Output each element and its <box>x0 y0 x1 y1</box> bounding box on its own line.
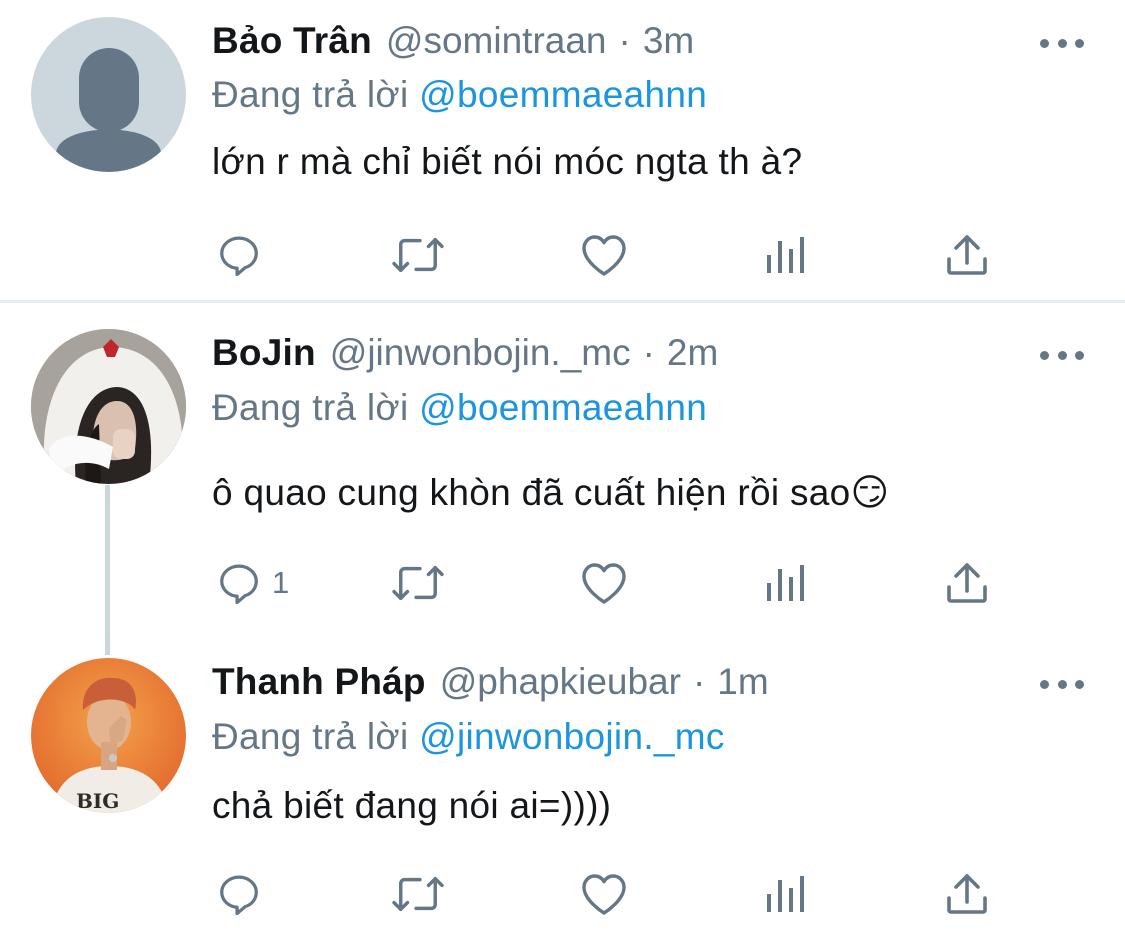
mention-link[interactable]: @boemmaeahnn <box>419 387 707 428</box>
tweet-text: chả biết đang nói ai=)))) <box>212 785 612 826</box>
avatar[interactable] <box>31 17 186 172</box>
replying-prefix: Đang trả lời <box>212 387 409 428</box>
tweet[interactable]: BIG Thanh Pháp @phapkieubar · 1m Đang tr… <box>0 643 1125 932</box>
more-options-button[interactable] <box>1040 33 1084 53</box>
retweet-button[interactable] <box>389 558 447 608</box>
user-handle[interactable]: @phapkieubar <box>440 661 681 703</box>
dot-icon <box>1057 679 1067 689</box>
tweet[interactable]: BoJin @jinwonbojin._mc · 2m Đang trả lời… <box>0 303 1125 643</box>
reply-icon <box>220 875 258 916</box>
analytics-button[interactable] <box>765 230 805 280</box>
user-handle[interactable]: @jinwonbojin._mc <box>330 332 631 374</box>
dot-icon <box>1075 38 1084 48</box>
action-bar <box>212 869 1002 919</box>
tweet[interactable]: Bảo Trân @somintraan · 3m Đang trả lời @… <box>0 0 1125 300</box>
retweet-button[interactable] <box>389 869 447 919</box>
replying-to: Đang trả lời @boemmaeahnn <box>212 74 707 116</box>
tweet-header: Thanh Pháp @phapkieubar · 1m <box>212 661 769 711</box>
action-bar: 1 <box>212 558 1002 608</box>
replying-prefix: Đang trả lời <box>212 74 409 115</box>
share-icon <box>947 235 987 275</box>
share-icon <box>947 563 987 603</box>
reply-icon <box>220 564 258 605</box>
dot-icon <box>1075 350 1084 360</box>
reply-button[interactable]: 1 <box>216 558 289 608</box>
svg-text:BIG: BIG <box>76 789 119 813</box>
more-options-button[interactable] <box>1040 674 1084 694</box>
tweet-text: ô quao cung khòn đã cuất hiện rồi sao😏 <box>212 472 890 513</box>
like-button[interactable] <box>580 869 628 919</box>
avatar[interactable]: BIG <box>31 658 186 813</box>
dot-icon <box>1040 38 1049 48</box>
replying-to: Đang trả lời @boemmaeahnn <box>212 387 707 429</box>
analytics-icon <box>767 565 804 601</box>
avatar[interactable] <box>31 329 186 484</box>
dot-icon <box>1057 38 1067 48</box>
dot-icon <box>1057 350 1067 360</box>
share-button[interactable] <box>945 230 989 280</box>
like-icon <box>582 563 626 604</box>
separator-dot: · <box>618 20 631 61</box>
analytics-button[interactable] <box>765 558 805 608</box>
mention-link[interactable]: @jinwonbojin._mc <box>419 716 725 757</box>
retweet-icon <box>392 565 444 601</box>
like-button[interactable] <box>580 558 628 608</box>
like-button[interactable] <box>580 230 628 280</box>
mention-link[interactable]: @boemmaeahnn <box>419 74 707 115</box>
action-bar <box>212 230 1002 280</box>
hooded-person-avatar <box>31 329 186 484</box>
timestamp[interactable]: 2m <box>667 332 718 374</box>
dot-icon <box>1040 679 1049 689</box>
display-name[interactable]: BoJin <box>212 332 316 374</box>
dot-icon <box>1040 350 1049 360</box>
reply-count: 1 <box>272 565 290 600</box>
reply-button[interactable] <box>216 869 272 919</box>
orange-background-person-avatar: BIG <box>31 658 186 813</box>
display-name[interactable]: Bảo Trân <box>212 20 372 62</box>
separator-dot: · <box>692 661 706 702</box>
analytics-icon <box>767 237 804 273</box>
dot-icon <box>1075 679 1084 689</box>
timestamp[interactable]: 1m <box>717 661 768 703</box>
tweet-text: lớn r mà chỉ biết nói móc ngta th à? <box>212 141 803 182</box>
replying-to: Đang trả lời @jinwonbojin._mc <box>212 716 725 758</box>
share-icon <box>947 874 987 914</box>
display-name[interactable]: Thanh Pháp <box>212 661 426 703</box>
analytics-button[interactable] <box>765 869 805 919</box>
reply-icon <box>220 236 258 277</box>
analytics-icon <box>767 876 804 912</box>
separator-dot: · <box>642 332 655 373</box>
user-handle[interactable]: @somintraan <box>386 20 607 62</box>
retweet-button[interactable] <box>389 230 447 280</box>
replying-prefix: Đang trả lời <box>212 716 409 757</box>
more-options-button[interactable] <box>1040 345 1084 365</box>
timestamp[interactable]: 3m <box>643 20 694 62</box>
default-avatar-icon <box>31 17 186 172</box>
like-icon <box>582 874 626 915</box>
retweet-icon <box>392 876 444 912</box>
retweet-icon <box>392 237 444 273</box>
tweet-header: Bảo Trân @somintraan · 3m <box>212 20 694 70</box>
like-icon <box>582 235 626 276</box>
share-button[interactable] <box>945 869 989 919</box>
tweet-header: BoJin @jinwonbojin._mc · 2m <box>212 332 718 382</box>
share-button[interactable] <box>945 558 989 608</box>
reply-button[interactable] <box>216 230 272 280</box>
